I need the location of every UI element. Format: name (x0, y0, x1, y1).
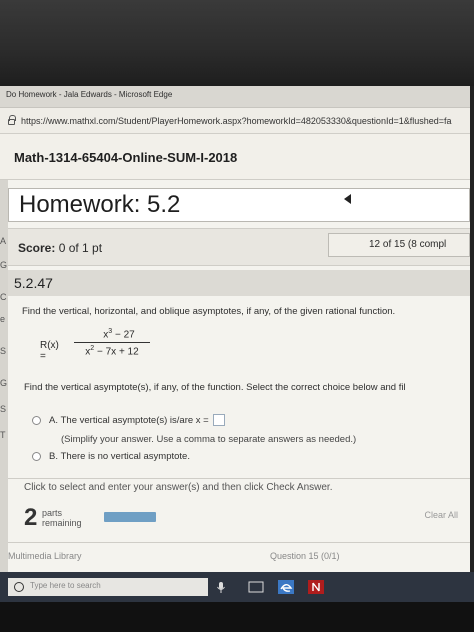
choice-a[interactable]: A. The vertical asymptote(s) is/are x = (32, 414, 225, 426)
sidebar-letter[interactable]: S (0, 404, 6, 414)
sidebar-letter[interactable]: S (0, 346, 6, 356)
question-position: 12 of 15 (8 compl (369, 239, 447, 250)
score-label: Score: (18, 241, 56, 255)
choice-a-radio[interactable] (32, 415, 41, 425)
remaining-word: remaining (42, 518, 82, 528)
choice-a-text: The vertical asymptote(s) is/are x = (60, 414, 209, 426)
question-number: 5.2.47 (14, 275, 53, 291)
course-header: Math-1314-65404-Online-SUM-I-2018 (0, 134, 470, 180)
microphone-icon[interactable] (214, 580, 228, 594)
window-titlebar: Do Homework - Jala Edwards - Microsoft E… (0, 86, 470, 108)
sidebar-letter[interactable]: A (0, 236, 6, 246)
parts-word: parts (42, 508, 63, 518)
choice-b-text: There is no vertical asymptote. (60, 451, 190, 462)
choice-b[interactable]: B. There is no vertical asymptote. (32, 451, 190, 462)
question-number-bar: 5.2.47 (8, 270, 470, 296)
subquestion-text: Find the vertical asymptote(s), if any, … (24, 382, 406, 393)
course-name: Math-1314-65404-Online-SUM-I-2018 (14, 150, 238, 165)
homework-content: A G C e S G S T Homework: 5.2 Score: 0 o… (0, 180, 470, 586)
homework-title: Homework: 5.2 (8, 188, 470, 222)
choice-b-letter: B. (49, 451, 58, 462)
sidebar-letter[interactable]: T (0, 430, 6, 440)
denominator-rest: − 7x + 12 (94, 346, 139, 358)
netflix-icon[interactable] (308, 580, 324, 594)
url-text[interactable]: https://www.mathxl.com/Student/PlayerHom… (21, 116, 452, 126)
task-view-icon[interactable] (248, 580, 264, 594)
lock-icon (8, 114, 16, 125)
windows-taskbar: Type here to search (0, 572, 474, 602)
taskbar-search[interactable]: Type here to search (8, 578, 208, 596)
parts-status: 2 parts remaining Clear All (8, 502, 470, 536)
question-info: Question 15 (0/1) (270, 551, 340, 561)
function-fraction: x3 − 27 x2 − 7x + 12 (74, 328, 150, 358)
clear-all-button[interactable]: Clear All (388, 510, 458, 526)
edge-browser-icon[interactable] (278, 580, 294, 594)
score-value: 0 of 1 pt (58, 241, 103, 255)
choice-b-radio[interactable] (32, 452, 41, 461)
parts-progress-bar (104, 512, 156, 522)
multimedia-library-link[interactable]: Multimedia Library (8, 551, 82, 561)
score-display: Score: 0 of 1 pt (18, 241, 102, 255)
fraction-bar (74, 342, 150, 344)
content-divider (8, 478, 470, 479)
fraction-numerator: x3 − 27 (74, 328, 150, 340)
window-title: Do Homework - Jala Edwards - Microsoft E… (6, 90, 173, 99)
monitor-bezel-top (0, 0, 474, 86)
sidebar-letter[interactable]: G (0, 260, 7, 270)
instruction-message: Click to select and enter your answer(s)… (24, 482, 333, 493)
parts-count: 2 (24, 504, 38, 531)
answer-input-box[interactable] (212, 414, 225, 426)
numerator-rest: − 27 (112, 329, 135, 341)
score-bar: Score: 0 of 1 pt 12 of 15 (8 compl (8, 228, 470, 266)
question-instruction: Find the vertical, horizontal, and obliq… (22, 306, 396, 317)
sidebar-letter[interactable]: e (0, 314, 5, 324)
left-sidebar-strip: A G C e S G S T (0, 180, 8, 586)
sidebar-letter[interactable]: C (0, 292, 7, 302)
question-navigator[interactable]: 12 of 15 (8 compl (328, 233, 470, 257)
monitor-bezel-right (470, 86, 474, 586)
browser-screen: Do Homework - Jala Edwards - Microsoft E… (0, 86, 470, 586)
homework-title-text: Homework: 5.2 (19, 191, 181, 218)
taskbar-search-placeholder: Type here to search (30, 581, 101, 590)
parts-remaining-label: parts remaining (42, 508, 82, 528)
fraction-denominator: x2 − 7x + 12 (74, 345, 150, 357)
sidebar-letter[interactable]: G (0, 378, 7, 388)
cortana-circle-icon[interactable] (14, 582, 24, 592)
page-footer: Multimedia Library Question 15 (0/1) (8, 542, 470, 564)
choice-a-letter: A. (49, 414, 58, 426)
function-label: R(x) = (40, 340, 59, 362)
address-bar[interactable]: https://www.mathxl.com/Student/PlayerHom… (0, 108, 470, 134)
previous-question-arrow-icon[interactable] (344, 194, 351, 204)
choice-a-hint: (Simplify your answer. Use a comma to se… (61, 434, 357, 445)
monitor-bezel-bottom (0, 602, 474, 632)
